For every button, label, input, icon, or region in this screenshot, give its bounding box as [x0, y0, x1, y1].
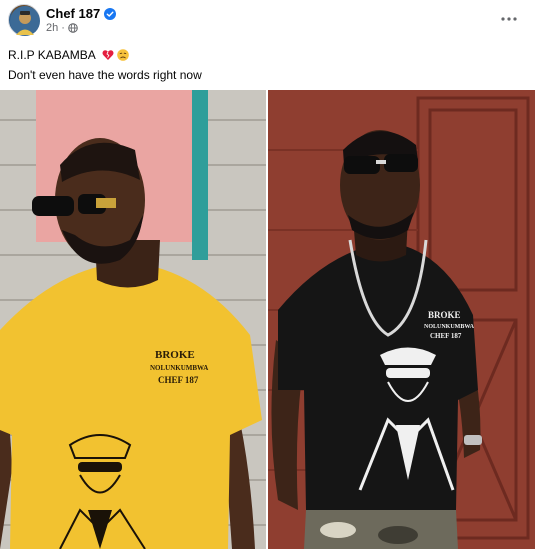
- more-options-icon[interactable]: [499, 9, 519, 29]
- post-photo-left[interactable]: BROKE NOLUNKUMBWA CHEF 187: [0, 90, 266, 549]
- sad-face-icon: [117, 47, 129, 61]
- shirt-text-broke: BROKE: [428, 310, 461, 320]
- shirt-text-nolunkumbwa: NOLUNKUMBWA: [150, 364, 208, 372]
- post-photo-right[interactable]: BROKE NOLUNKUMBWA CHEF 187: [268, 90, 535, 549]
- shirt-text-nolunkumbwa: NOLUNKUMBWA: [424, 324, 475, 330]
- shirt-text-broke: BROKE: [155, 349, 195, 361]
- post-meta: 2h ·: [46, 22, 78, 34]
- post-text-rip: R.I.P KABAMBA: [8, 48, 96, 62]
- post-timestamp[interactable]: 2h: [46, 22, 58, 34]
- shirt-text-chef: CHEF 187: [430, 332, 462, 340]
- post-text-line-2: Don't even have the words right now: [8, 68, 202, 82]
- verified-badge-icon: [104, 7, 117, 20]
- meta-separator: ·: [61, 22, 65, 34]
- shirt-text-chef: CHEF 187: [158, 375, 199, 385]
- post-header: Chef 187 2h ·: [0, 0, 535, 40]
- author-row: Chef 187: [46, 5, 117, 21]
- author-name[interactable]: Chef 187: [46, 6, 100, 21]
- globe-icon: [68, 23, 78, 33]
- avatar[interactable]: [8, 4, 40, 36]
- broken-heart-icon: [101, 47, 114, 60]
- post-text-line-1: R.I.P KABAMBA: [8, 45, 202, 65]
- post-text: R.I.P KABAMBA Don't even have the words …: [8, 45, 202, 85]
